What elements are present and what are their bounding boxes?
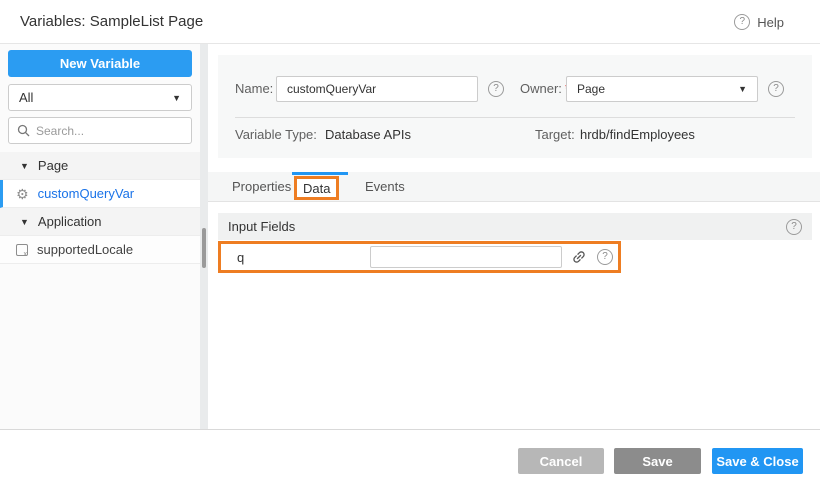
variable-filter-select[interactable]: All ▼	[8, 84, 192, 111]
page-title: Variables: SampleList Page	[20, 0, 203, 44]
field-input-q[interactable]	[370, 246, 562, 268]
variable-detail-panel: Name:* Owner:* Page ▼ Variable Type: Dat…	[208, 44, 820, 429]
owner-selected-value: Page	[577, 82, 605, 96]
detail-tabbar: Properties Data Events	[208, 172, 820, 202]
tab-properties[interactable]: Properties	[232, 172, 291, 202]
locale-icon	[16, 244, 28, 256]
tab-events[interactable]: Events	[365, 172, 405, 202]
name-input[interactable]	[276, 76, 478, 102]
variables-sidebar: New Variable All ▼ ▼ Page ⚙ customQueryV…	[0, 44, 200, 429]
variable-summary-panel: Name:* Owner:* Page ▼ Variable Type: Dat…	[218, 55, 812, 158]
gear-icon: ⚙	[16, 187, 29, 201]
active-tab-indicator	[292, 172, 348, 175]
save-button[interactable]: Save	[614, 448, 701, 474]
variable-meta-row: Variable Type: Database APIs Target: hrd…	[235, 127, 795, 147]
name-help-icon[interactable]	[488, 81, 504, 97]
help-icon	[734, 14, 750, 30]
help-label: Help	[757, 15, 784, 30]
tree-item-label: supportedLocale	[37, 242, 133, 257]
new-variable-button[interactable]: New Variable	[8, 50, 192, 77]
target-value: hrdb/findEmployees	[580, 127, 695, 142]
chevron-down-icon: ▼	[738, 84, 747, 94]
field-label-q: q	[221, 250, 370, 265]
chevron-down-icon: ▼	[172, 93, 181, 103]
search-icon	[17, 124, 30, 137]
input-fields-help-icon[interactable]	[786, 219, 802, 235]
tree-item-supportedlocale[interactable]: supportedLocale	[0, 236, 200, 264]
scrollbar-thumb[interactable]	[202, 228, 206, 268]
name-label: Name:*	[235, 76, 281, 102]
sidebar-scrollbar[interactable]	[200, 44, 208, 429]
variable-type-value: Database APIs	[325, 127, 411, 142]
filter-selected-value: All	[19, 90, 33, 105]
tab-data[interactable]: Data	[294, 176, 339, 200]
variables-tree: ▼ Page ⚙ customQueryVar ▼ Application su…	[0, 152, 200, 264]
input-fields-header: Input Fields	[218, 213, 812, 240]
bind-link-icon[interactable]	[571, 249, 587, 265]
owner-help-icon[interactable]	[768, 81, 784, 97]
field-help-icon[interactable]	[597, 249, 613, 265]
panel-divider	[235, 117, 795, 118]
dialog-header: Variables: SampleList Page Help	[0, 0, 820, 44]
variable-search	[8, 117, 192, 144]
search-input[interactable]	[36, 124, 183, 138]
owner-label: Owner:*	[520, 76, 570, 102]
collapse-triangle-icon: ▼	[20, 161, 29, 171]
tree-item-customqueryvar[interactable]: ⚙ customQueryVar	[0, 180, 200, 208]
target-label: Target:	[535, 127, 575, 142]
variable-type-label: Variable Type:	[235, 127, 317, 142]
tree-group-page[interactable]: ▼ Page	[0, 152, 200, 180]
tree-item-label: customQueryVar	[38, 186, 135, 201]
owner-select[interactable]: Page ▼	[566, 76, 758, 102]
help-button[interactable]: Help	[734, 0, 784, 44]
tree-group-label: Page	[38, 158, 68, 173]
collapse-triangle-icon: ▼	[20, 217, 29, 227]
input-fields-title: Input Fields	[228, 219, 295, 234]
cancel-button[interactable]: Cancel	[518, 448, 604, 474]
tree-group-application[interactable]: ▼ Application	[0, 208, 200, 236]
input-field-row-q: q	[218, 241, 621, 273]
dialog-footer: Cancel Save Save & Close	[0, 429, 820, 489]
save-close-button[interactable]: Save & Close	[712, 448, 803, 474]
tree-group-label: Application	[38, 214, 102, 229]
